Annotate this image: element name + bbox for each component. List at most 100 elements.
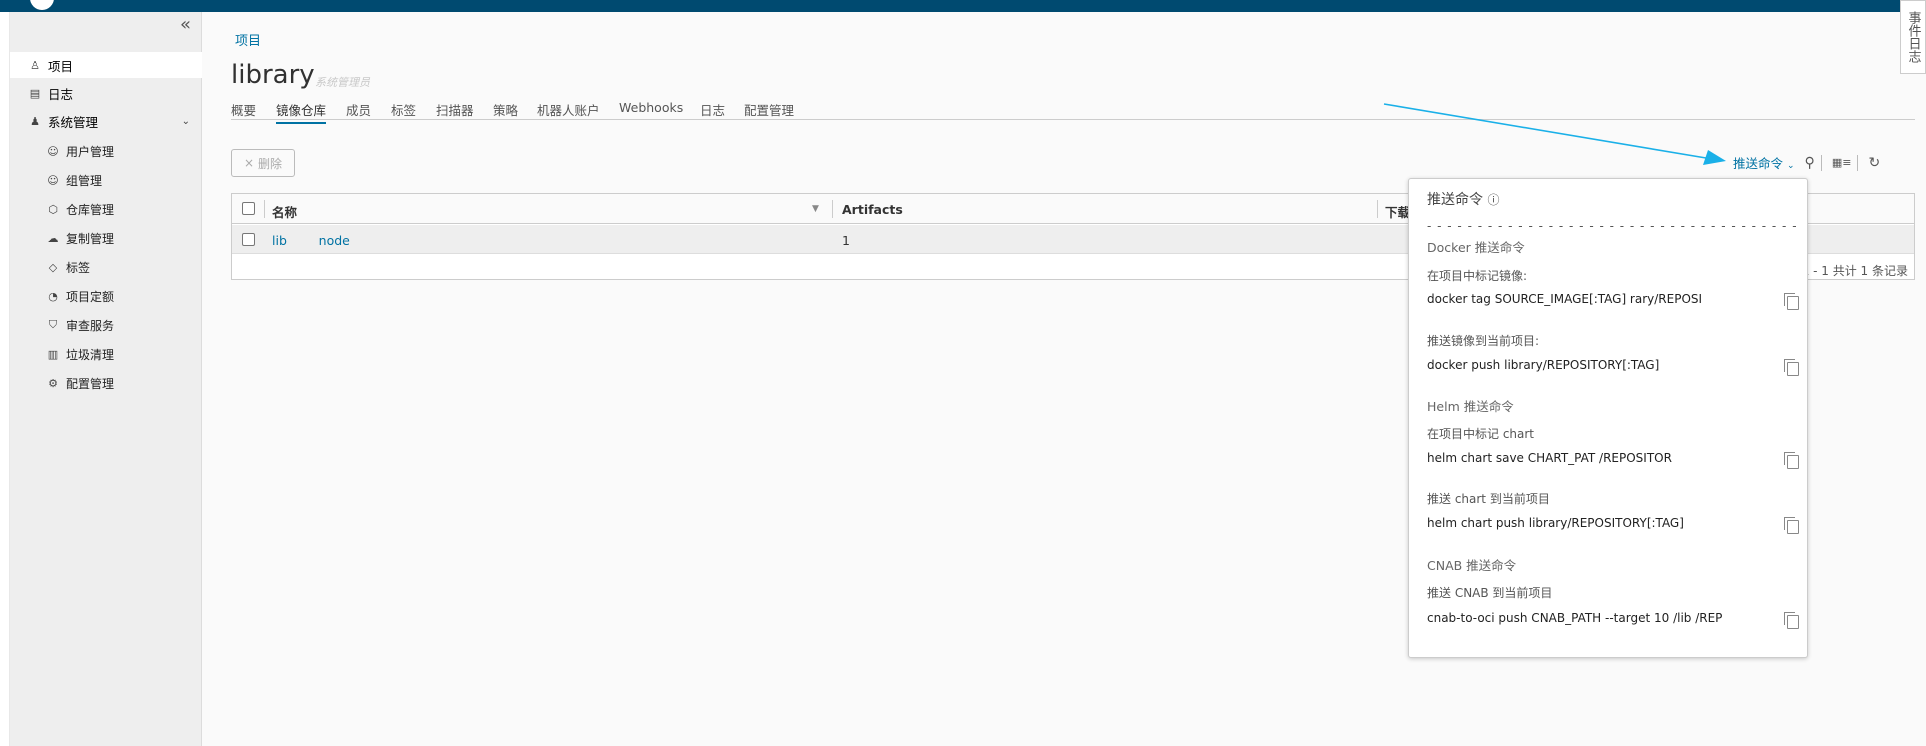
docker-tag-command[interactable]: docker tag SOURCE_IMAGE[:TAG] rary/REPOS… — [1427, 292, 1772, 306]
helm-save-command[interactable]: helm chart save CHART_PAT /REPOSITOR — [1427, 451, 1772, 465]
pagination-text: 1 - 1 共计 1 条记录 — [1801, 264, 1908, 278]
tab-robot-accounts[interactable]: 机器人账户 — [537, 100, 600, 119]
select-all-checkbox[interactable] — [242, 202, 255, 215]
column-header-name[interactable]: 名称 — [272, 202, 297, 221]
shield-icon: ⛉ — [48, 318, 58, 331]
sidebar-item-label: 标签 — [66, 260, 91, 275]
tab-scanner[interactable]: 扫描器 — [436, 100, 474, 119]
row-checkbox[interactable] — [242, 233, 255, 246]
chevron-down-icon: ⌄ — [1787, 161, 1795, 171]
artifacts-count: 1 — [842, 233, 850, 248]
tag-icon: ◇ — [48, 260, 58, 274]
sidebar-item-label: 审查服务 — [66, 318, 115, 333]
sidebar-item-label: 项目定额 — [66, 289, 115, 304]
sidebar-item-replications[interactable]: ☁ 复制管理 — [10, 225, 202, 251]
sidebar: « ♙ 项目 ▤ 日志 ♟ 系统管理 ⌄ ☺ 用户管理 ☺ 组管理 ⬡ 仓库管理… — [10, 12, 202, 746]
log-icon: ▤ — [29, 86, 41, 100]
sidebar-item-label: 复制管理 — [66, 231, 115, 246]
sidebar-item-gc[interactable]: ▥ 垃圾清理 — [10, 341, 202, 367]
annotation-arrow — [1383, 103, 1726, 165]
copy-icon[interactable] — [1784, 612, 1799, 629]
tab-logs[interactable]: 日志 — [700, 100, 725, 119]
tab-configuration[interactable]: 配置管理 — [744, 100, 794, 119]
search-icon[interactable]: ⚲ — [1805, 155, 1815, 171]
sidebar-item-labels[interactable]: ◇ 标签 — [10, 254, 202, 280]
tab-repositories[interactable]: 镜像仓库 — [276, 100, 327, 124]
project-icon: ♙ — [30, 58, 40, 72]
tab-policy[interactable]: 策略 — [493, 100, 518, 119]
trash-icon: ▥ — [47, 347, 59, 361]
copy-icon[interactable] — [1784, 452, 1799, 469]
command-label: 推送 chart 到当前项目 — [1427, 492, 1550, 506]
replication-icon: ☁ — [47, 231, 59, 245]
tab-summary[interactable]: 概要 — [231, 100, 256, 119]
column-header-pulls[interactable]: 下载 — [1385, 202, 1410, 221]
sidebar-item-label: 用户管理 — [66, 144, 115, 159]
gear-icon: ⚙ — [48, 376, 58, 390]
cnab-section-heading: CNAB 推送命令 — [1427, 558, 1517, 573]
sidebar-item-groups[interactable]: ☺ 组管理 — [10, 167, 202, 193]
command-label: 在项目中标记 chart — [1427, 427, 1535, 441]
sidebar-item-label: 日志 — [48, 86, 74, 102]
sidebar-item-label: 系统管理 — [48, 114, 99, 130]
registry-icon: ⬡ — [48, 202, 58, 216]
command-label: 推送 CNAB 到当前项目 — [1427, 586, 1553, 600]
divider: - - - - - - - - - - - - - - - - - - - - … — [1427, 219, 1798, 233]
helm-section-heading: Helm 推送命令 — [1427, 399, 1514, 414]
quota-icon: ◔ — [48, 289, 58, 303]
tab-labels[interactable]: 标签 — [391, 100, 416, 119]
copy-icon[interactable] — [1784, 293, 1799, 310]
event-log-tab[interactable]: 事件日志 — [1900, 0, 1926, 74]
sidebar-item-label: 配置管理 — [66, 376, 115, 391]
left-edge-strip — [0, 12, 10, 746]
popover-title-text: 推送命令 — [1427, 192, 1483, 208]
docker-push-command[interactable]: docker push library/REPOSITORY[:TAG] — [1427, 358, 1772, 372]
repo-toolbar: 推送命令 ⌄ ⚲ ▦≡ ↻ — [1733, 153, 1880, 172]
push-command-popover: 推送命令 ⓘ - - - - - - - - - - - - - - - - -… — [1408, 178, 1808, 658]
tab-webhooks[interactable]: Webhooks — [619, 100, 683, 115]
delete-label: 删除 — [258, 156, 283, 171]
repository-link[interactable]: lib node — [272, 233, 350, 248]
toolbar-divider — [1857, 154, 1859, 171]
sidebar-item-logs[interactable]: ▤ 日志 — [10, 80, 202, 106]
column-header-artifacts[interactable]: Artifacts — [842, 202, 903, 217]
logo-icon[interactable] — [30, 0, 54, 10]
collapse-sidebar-icon[interactable]: « — [180, 14, 191, 35]
sidebar-item-quotas[interactable]: ◔ 项目定额 — [10, 283, 202, 309]
delete-button[interactable]: × 删除 — [231, 149, 295, 177]
view-toggle-icon[interactable]: ▦≡ — [1832, 156, 1852, 169]
tab-members[interactable]: 成员 — [346, 100, 371, 119]
sidebar-item-config[interactable]: ⚙ 配置管理 — [10, 370, 202, 396]
top-header-bar — [0, 0, 1926, 12]
push-command-button[interactable]: 推送命令 ⌄ — [1733, 153, 1795, 172]
sidebar-item-label: 仓库管理 — [66, 202, 115, 217]
refresh-icon[interactable]: ↻ — [1868, 155, 1880, 171]
copy-icon[interactable] — [1784, 517, 1799, 534]
breadcrumb[interactable]: 项目 — [235, 30, 261, 49]
filter-icon[interactable]: ▼ — [812, 204, 819, 214]
helm-push-command[interactable]: helm chart push library/REPOSITORY[:TAG] — [1427, 516, 1772, 530]
info-icon[interactable]: ⓘ — [1487, 193, 1499, 207]
column-divider — [264, 200, 265, 218]
command-label: 在项目中标记镜像: — [1427, 269, 1528, 283]
command-label: 推送镜像到当前项目: — [1427, 334, 1540, 348]
sidebar-item-interrogation[interactable]: ⛉ 审查服务 — [10, 312, 202, 338]
push-command-label: 推送命令 — [1733, 156, 1784, 171]
popover-title: 推送命令 ⓘ — [1427, 189, 1499, 209]
users-icon: ☺ — [47, 144, 59, 158]
sidebar-item-registries[interactable]: ⬡ 仓库管理 — [10, 196, 202, 222]
cnab-push-command[interactable]: cnab-to-oci push CNAB_PATH --target 10 /… — [1427, 611, 1772, 625]
close-icon: × — [243, 156, 255, 170]
chevron-down-icon: ⌄ — [181, 115, 190, 127]
sidebar-item-label: 组管理 — [66, 173, 103, 188]
sidebar-item-projects[interactable]: ♙ 项目 — [10, 52, 202, 78]
copy-icon[interactable] — [1784, 359, 1799, 376]
docker-section-heading: Docker 推送命令 — [1427, 240, 1525, 255]
sidebar-item-admin[interactable]: ♟ 系统管理 ⌄ — [10, 108, 202, 134]
column-divider — [1377, 200, 1378, 218]
admin-icon: ♟ — [30, 114, 40, 128]
sidebar-item-users[interactable]: ☺ 用户管理 — [10, 138, 202, 164]
role-badge: 系统管理员 — [315, 76, 370, 89]
sidebar-item-label: 垃圾清理 — [66, 347, 115, 362]
group-icon: ☺ — [47, 173, 59, 187]
